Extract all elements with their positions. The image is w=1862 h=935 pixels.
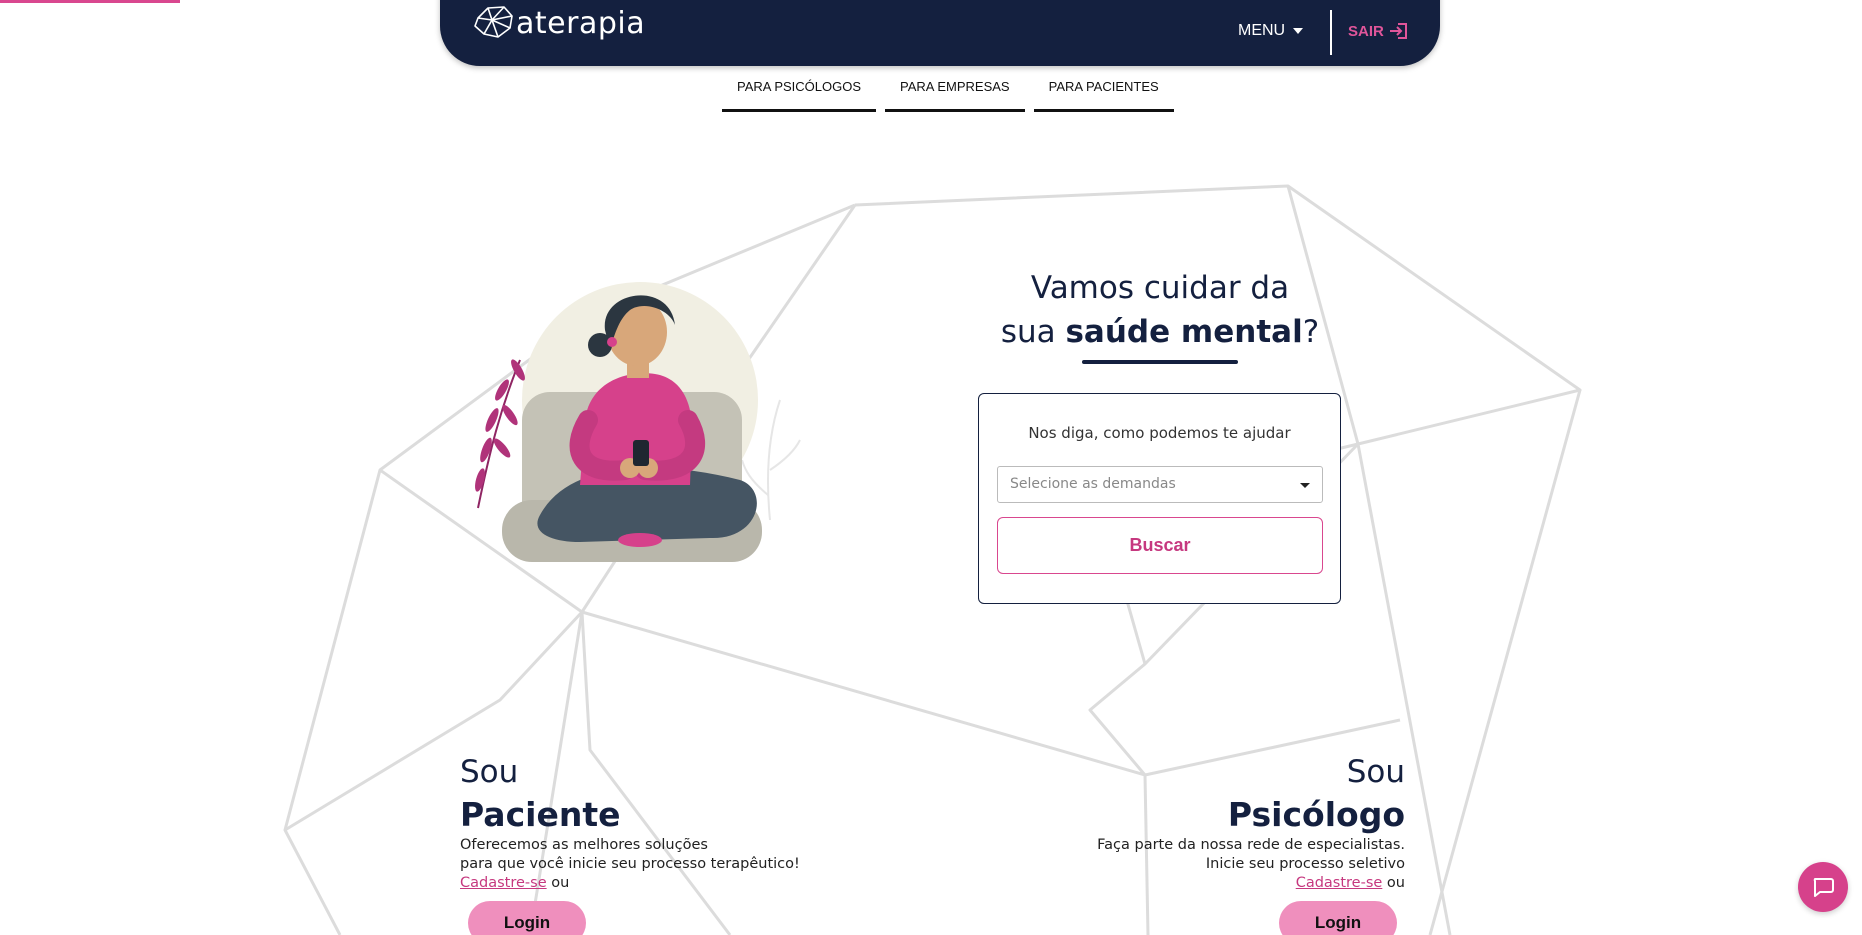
logout-button[interactable]: SAIR (1348, 22, 1408, 40)
patient-desc-line1: Oferecemos as melhores soluções (460, 837, 708, 853)
patient-section: Sou Paciente Oferecemos as melhores solu… (460, 750, 880, 935)
psychologist-signup-row: Cadastre-se ou (1005, 874, 1405, 893)
patient-desc-line2: para que você inicie seu processo terapê… (460, 856, 800, 872)
tab-para-pacientes[interactable]: PARA PACIENTES (1033, 70, 1174, 112)
chat-bubble-icon (1813, 878, 1834, 897)
caret-down-icon (1293, 28, 1304, 34)
patient-login-button[interactable]: Login (468, 901, 586, 935)
psychologist-role-title: Psicólogo (1227, 795, 1405, 834)
chat-button[interactable] (1798, 862, 1848, 912)
demands-select-placeholder: Selecione as demandas (1010, 476, 1176, 492)
tab-para-psicologos[interactable]: PARA PSICÓLOGOS (722, 70, 877, 112)
hero-heading-line1: Vamos cuidar da (1030, 270, 1290, 306)
patient-sou: Sou (460, 754, 519, 790)
psychologist-login-button[interactable]: Login (1279, 901, 1397, 935)
menu-button[interactable]: MENU (1238, 22, 1304, 40)
hero-heading: Vamos cuidar da sua saúde mental? (960, 266, 1360, 354)
sign-out-icon (1389, 23, 1407, 39)
demand-search-card: Nos diga, como podemos te ajudar Selecio… (978, 393, 1341, 604)
tab-para-empresas[interactable]: PARA EMPRESAS (885, 70, 1025, 112)
patient-or-text: ou (546, 875, 570, 891)
caret-down-icon (1300, 483, 1310, 488)
psychologist-desc-line2: Inicie seu processo seletivo (1205, 856, 1405, 872)
brand-logo[interactable]: aterapia (472, 4, 645, 42)
psychologist-or-text: ou (1382, 875, 1405, 891)
brand-logo-text: aterapia (516, 6, 646, 41)
psychologist-signup-link[interactable]: Cadastre-se (1296, 875, 1383, 891)
menu-label: MENU (1238, 22, 1286, 39)
psychologist-sou: Sou (1346, 754, 1405, 790)
hero-underline (1082, 360, 1238, 364)
header-divider (1330, 10, 1332, 55)
search-button[interactable]: Buscar (997, 517, 1323, 574)
top-header: aterapia MENU SAIR (440, 0, 1440, 66)
logout-label: SAIR (1348, 22, 1384, 40)
hero-heading-line2: sua saúde mental? (960, 310, 1360, 354)
woman-on-sofa-illustration (475, 282, 801, 562)
patient-signup-link[interactable]: Cadastre-se (460, 875, 547, 891)
background-geometric-lines (283, 184, 1582, 935)
demands-select[interactable]: Selecione as demandas (997, 466, 1323, 503)
psychologist-desc-line1: Faça parte da nossa rede de especialista… (1097, 837, 1405, 853)
patient-role-title: Paciente (460, 795, 621, 834)
hero-heading-emphasis: saúde mental (1065, 314, 1303, 350)
hero-heading-suffix: ? (1302, 314, 1320, 350)
geometric-brain-logo-icon (474, 6, 513, 38)
audience-tabs: PARA PSICÓLOGOS PARA EMPRESAS PARA PACIE… (722, 70, 1174, 112)
psychologist-section: Sou Psicólogo Faça parte da nossa rede d… (1005, 750, 1405, 935)
search-prompt: Nos diga, como podemos te ajudar (1028, 424, 1291, 442)
hero-heading-prefix: sua (1000, 314, 1066, 350)
patient-signup-row: Cadastre-se ou (460, 874, 880, 893)
